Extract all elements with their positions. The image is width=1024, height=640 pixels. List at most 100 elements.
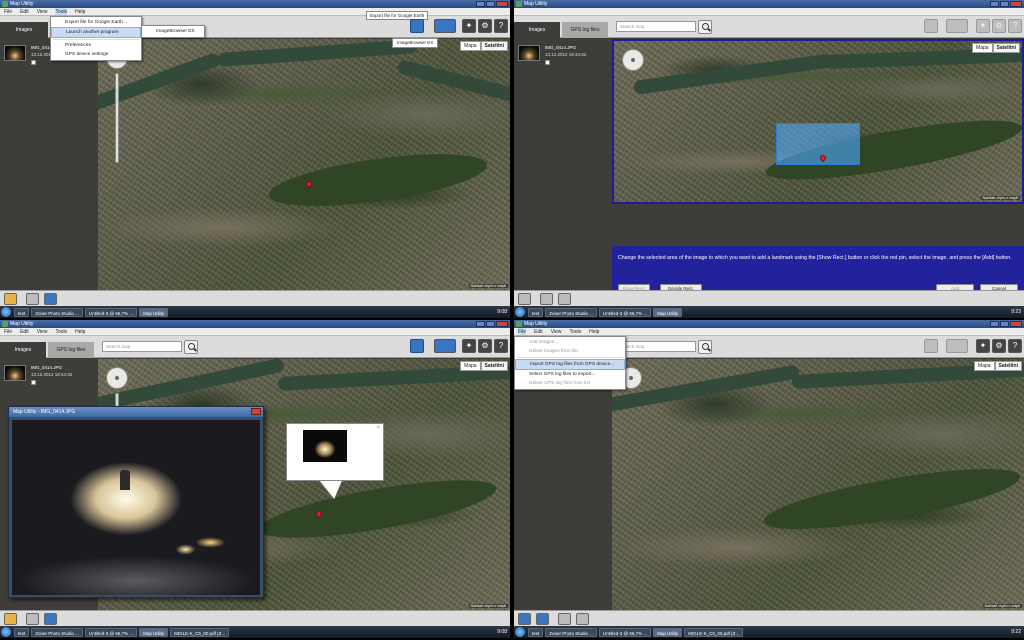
taskbar-item[interactable]: Untitled-3 @ 66,7% ... [85, 307, 138, 317]
close-button[interactable] [1010, 1, 1022, 7]
taskbar-item[interactable]: MIGLE-K_C5_00.pdf (Z... [170, 627, 230, 637]
menu-help[interactable]: Help [589, 328, 599, 335]
menu-help[interactable]: Help [75, 328, 85, 335]
maximize-button[interactable] [486, 321, 495, 327]
menu-item-imagebrowser[interactable]: ImageBrowser EX [142, 27, 204, 36]
close-button[interactable] [496, 1, 508, 7]
map-type-satellite[interactable]: Satelitní [992, 43, 1020, 53]
menu-help[interactable]: Help [75, 8, 85, 15]
menu-view[interactable]: View [37, 328, 48, 335]
map-credit[interactable]: Nahlásit chybu v mapě [468, 604, 508, 608]
taskbar-item[interactable]: Zoner Photo Studio ... [31, 627, 84, 637]
maximize-button[interactable] [1000, 321, 1009, 327]
start-button[interactable] [1, 307, 11, 317]
remove-image-icon[interactable] [26, 613, 39, 625]
taskbar-item[interactable]: Untitled-3 @ 66,7% ... [599, 627, 652, 637]
zoom-slider[interactable] [115, 73, 119, 163]
taskbar-item[interactable]: Zoner Photo Studio ... [545, 627, 598, 637]
google-earth-icon[interactable] [410, 19, 424, 33]
taskbar-item[interactable]: Zoner Photo Studio ... [545, 307, 598, 317]
search-icon[interactable] [184, 340, 198, 354]
taskbar-item[interactable]: MIGLE-K_C5_00.pdf (Z... [684, 627, 744, 637]
gear-icon[interactable]: ⚙ [478, 339, 492, 353]
photo-close-button[interactable] [251, 408, 261, 415]
search-input[interactable]: Search map [102, 341, 182, 352]
menu-item-preferences[interactable]: Preferences [51, 41, 141, 50]
folder-icon[interactable] [4, 293, 17, 305]
add-landmark-icon[interactable] [44, 293, 57, 305]
menu-edit[interactable]: Edit [20, 328, 29, 335]
map-type-map[interactable]: Mapa [460, 41, 481, 51]
map-view-button[interactable] [434, 19, 456, 33]
menu-edit[interactable]: Edit [20, 8, 29, 15]
menu-item-import-gps-device[interactable]: Import GPS log files from GPS device... [515, 359, 625, 370]
search-input[interactable]: Search map [616, 341, 696, 352]
menu-view[interactable]: View [37, 8, 48, 15]
pan-control[interactable] [106, 367, 128, 389]
taskbar-item[interactable]: test [14, 627, 30, 637]
taskbar-item[interactable]: test [14, 307, 30, 317]
menu-view[interactable]: View [551, 328, 562, 335]
taskbar-item[interactable]: test [528, 307, 544, 317]
help-icon[interactable]: ? [494, 339, 508, 353]
map-view-button[interactable] [434, 339, 456, 353]
taskbar-item[interactable]: Zoner Photo Studio ... [31, 307, 84, 317]
menu-file[interactable]: File [518, 328, 527, 335]
satellite-map[interactable]: Mapa Satelitní Nahlásit chybu v mapě [612, 39, 1024, 204]
menu-item-launch-program[interactable]: Launch another program [51, 27, 141, 38]
search-icon[interactable] [698, 20, 712, 34]
menu-item-export-google-earth[interactable]: Export file for Google Earth... [51, 18, 141, 27]
start-button[interactable] [1, 627, 11, 637]
map-type-map[interactable]: Mapa [460, 361, 481, 371]
gear-icon[interactable]: ⚙ [992, 339, 1006, 353]
image-checkbox[interactable] [31, 60, 36, 65]
settings-icon[interactable]: ✦ [462, 19, 476, 33]
menu-file[interactable]: File [4, 328, 12, 335]
map-type-map[interactable]: Mapa [974, 361, 995, 371]
pan-control[interactable] [622, 49, 644, 71]
menu-tools[interactable]: Tools [55, 8, 68, 15]
taskbar-item[interactable]: Map Utility [653, 307, 683, 317]
map-credit[interactable]: Nahlásit chybu v mapě [980, 196, 1020, 200]
maximize-button[interactable] [486, 1, 495, 7]
menu-tools[interactable]: Tools [55, 328, 67, 335]
add-landmark-icon[interactable] [44, 613, 57, 625]
settings-icon[interactable]: ✦ [976, 339, 990, 353]
map-image-popup[interactable]: × [286, 423, 384, 481]
taskbar-item[interactable]: Untitled-3 @ 66,7% ... [599, 307, 652, 317]
tab-images[interactable]: Images [0, 22, 48, 38]
folder-icon[interactable] [4, 613, 17, 625]
minimize-button[interactable] [476, 321, 485, 327]
satellite-map[interactable]: Mapa Satelitní Nahlásit chybu v mapě [98, 39, 510, 290]
satellite-map[interactable]: Mapa Satelitní Nahlásit chybu v mapě [612, 359, 1024, 610]
image-thumbnail[interactable] [4, 365, 26, 381]
tab-gps-log-files[interactable]: GPS log files [562, 22, 608, 38]
minimize-button[interactable] [990, 1, 999, 7]
map-credit[interactable]: Nahlásit chybu v mapě [468, 284, 508, 288]
popup-thumbnail[interactable] [303, 430, 347, 462]
close-button[interactable] [496, 321, 508, 327]
minimize-button[interactable] [476, 1, 485, 7]
taskbar-item[interactable]: test [528, 627, 544, 637]
help-icon[interactable]: ? [494, 19, 508, 33]
start-button[interactable] [515, 627, 525, 637]
menu-tools[interactable]: Tools [569, 328, 581, 335]
map-type-satellite[interactable]: Satelitní [994, 361, 1022, 371]
map-type-satellite[interactable]: Satelitní [480, 41, 508, 51]
menu-item-select-gps-logs[interactable]: Select GPS log files to import... [515, 370, 625, 379]
search-icon[interactable] [698, 340, 712, 354]
remove-image-icon[interactable] [26, 293, 39, 305]
settings-icon[interactable]: ✦ [462, 339, 476, 353]
google-earth-icon[interactable] [410, 339, 424, 353]
download-gps-icon[interactable] [536, 613, 549, 625]
image-thumbnail[interactable] [518, 45, 540, 61]
image-checkbox[interactable] [545, 60, 550, 65]
selection-rectangle[interactable] [776, 123, 860, 165]
tab-images[interactable]: Images [0, 342, 46, 358]
start-button[interactable] [515, 307, 525, 317]
taskbar-item[interactable]: Map Utility [653, 627, 683, 637]
map-type-satellite[interactable]: Satelitní [480, 361, 508, 371]
menu-file[interactable]: File [4, 8, 12, 15]
close-button[interactable] [1010, 321, 1022, 327]
menu-item-gps-settings[interactable]: GPS device settings [51, 50, 141, 59]
